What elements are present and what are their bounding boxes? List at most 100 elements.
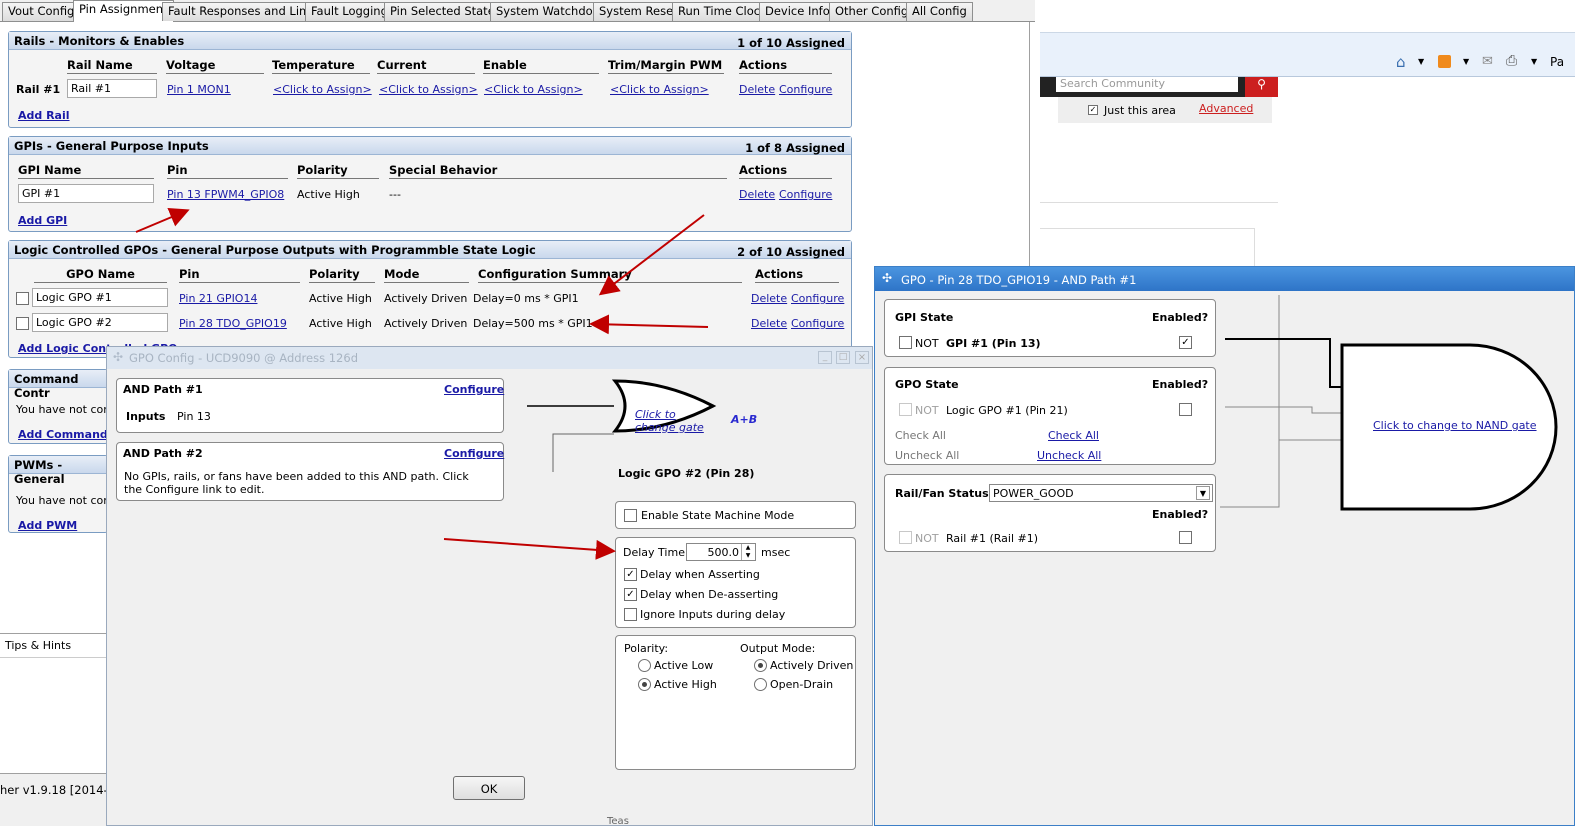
active-high-label: Active High (654, 678, 717, 691)
chevron-down-icon[interactable]: ▼ (1196, 486, 1210, 500)
rail-status-label: Rail/Fan Status: (895, 487, 994, 500)
gate-output-label: Logic GPO #2 (Pin 28) (618, 467, 755, 480)
search-input[interactable]: Search Community (1056, 77, 1238, 92)
active-low-radio[interactable] (638, 659, 651, 672)
gate-formula: A+B (731, 413, 758, 426)
actively-driven-radio[interactable] (754, 659, 767, 672)
gpo-config-dialog: ✣ GPO Config - UCD9090 @ Address 126d _ … (106, 346, 873, 827)
divider (1040, 202, 1278, 203)
ok-button[interactable]: OK (453, 776, 525, 800)
and-path-1-configure[interactable]: Configure (444, 383, 504, 396)
active-high-radio[interactable] (638, 678, 651, 691)
spinner-icon[interactable]: ▲ ▼ (741, 544, 754, 560)
active-low-label: Active Low (654, 659, 714, 672)
gpo-not-checkbox[interactable] (899, 403, 912, 416)
ti-logo-icon: ✣ (113, 350, 124, 364)
and-path-2-configure[interactable]: Configure (444, 447, 504, 460)
gpi-enabled-label: Enabled? (1152, 311, 1209, 324)
rail-status-select[interactable]: POWER_GOOD ▼ (989, 484, 1213, 502)
inputs-label: Inputs (126, 410, 166, 423)
and-path-2-text: No GPIs, rails, or fans have been added … (124, 470, 469, 496)
and-path-2-box: AND Path #2 Configure No GPIs, rails, or… (116, 442, 504, 501)
home-icon[interactable]: ⌂ (1396, 53, 1406, 71)
gpi-state-label: GPI State (895, 311, 954, 324)
rail-not-checkbox[interactable] (899, 531, 912, 544)
browser-content-box (1040, 228, 1255, 268)
minimize-icon[interactable]: _ (818, 351, 832, 364)
gate-input-gpi (1225, 338, 1342, 388)
gpo-window-title: GPO - Pin 28 TDO_GPIO19 - AND Path #1 (901, 273, 1137, 287)
check-all-link[interactable]: Check All (1048, 429, 1099, 442)
rail-fan-status-box: Rail/Fan Status: POWER_GOOD ▼ Enabled? N… (884, 474, 1216, 552)
gpo-item-label: Logic GPO #1 (Pin 21) (946, 404, 1068, 417)
print-icon[interactable]: ⎙ (1506, 53, 1517, 69)
page-menu[interactable]: Pa (1550, 55, 1564, 69)
ti-logo-icon: ✣ (882, 271, 893, 285)
dialog-title: GPO Config - UCD9090 @ Address 126d (129, 351, 358, 365)
chevron-down-icon[interactable]: ▼ (1463, 57, 1469, 66)
browser-toolbar: ⌂ ▼ ▼ ✉ ⎙ ▼ Pa (1040, 32, 1575, 77)
change-to-nand-link[interactable]: Click to change to NAND gate (1373, 419, 1537, 432)
annotation-arrow-delay (443, 538, 616, 560)
delay-assert-label: Delay when Asserting (640, 568, 760, 581)
search-icon[interactable]: ⚲ (1245, 77, 1278, 97)
just-area-label: Just this area (1104, 104, 1176, 117)
gpo-enabled-checkbox[interactable] (1179, 403, 1192, 416)
mail-icon[interactable]: ✉ (1482, 54, 1493, 69)
close-icon[interactable]: × (855, 351, 869, 364)
gate-input-gpo (1225, 406, 1342, 414)
state-machine-checkbox[interactable] (624, 509, 637, 522)
ignore-inputs-checkbox[interactable] (624, 608, 637, 621)
rail-not-label: NOT (915, 532, 939, 545)
arrow-gpo1 (598, 214, 705, 296)
delay-time-value: 500.0 (707, 546, 740, 559)
delay-assert-checkbox[interactable]: ✓ (624, 568, 637, 581)
open-drain-radio[interactable] (754, 678, 767, 691)
delay-unit: msec (761, 546, 791, 559)
gpi-state-box: GPI State Enabled? NOT GPI #1 (Pin 13) ✓ (884, 299, 1216, 357)
change-gate-link[interactable]: Click to change gate (635, 408, 705, 434)
uncheck-all-link[interactable]: Uncheck All (1037, 449, 1101, 462)
bottom-text: Teas (607, 816, 629, 827)
rss-icon[interactable] (1438, 55, 1451, 68)
advanced-link[interactable]: Advanced (1199, 102, 1253, 115)
ignore-inputs-label: Ignore Inputs during delay (640, 608, 786, 621)
rail-item-label: Rail #1 (Rail #1) (946, 532, 1039, 545)
gpo-state-label: GPO State (895, 378, 959, 391)
delay-deassert-label: Delay when De-asserting (640, 588, 779, 601)
gpi-enabled-checkbox[interactable]: ✓ (1179, 336, 1192, 349)
gpi-item-label: GPI #1 (Pin 13) (946, 337, 1041, 350)
gpo-enabled-label: Enabled? (1152, 378, 1209, 391)
and-path-1-box: AND Path #1 Configure Inputs Pin 13 (116, 378, 504, 433)
just-area-checkbox[interactable]: ✓ (1088, 105, 1098, 115)
and-path-1-title: AND Path #1 (123, 383, 203, 396)
actively-driven-label: Actively Driven (770, 659, 854, 672)
chevron-down-icon[interactable]: ▼ (1418, 57, 1424, 66)
search-options: ✓ Just this area Advanced (1058, 97, 1272, 123)
search-bar: Search Community ⚲ (1040, 77, 1278, 97)
state-machine-box: Enable State Machine Mode (615, 501, 856, 529)
gpi-not-label: NOT (915, 337, 939, 350)
rail-enabled-checkbox[interactable] (1179, 531, 1192, 544)
arrow-delay (443, 538, 616, 560)
gpo-window-titlebar: ✣ GPO - Pin 28 TDO_GPIO19 - AND Path #1 (875, 267, 1574, 291)
delay-box: Delay Time: 500.0 ▲ ▼ msec ✓ Delay when A… (615, 537, 856, 628)
gpi-not-checkbox[interactable] (899, 336, 912, 349)
polarity-label: Polarity: (624, 642, 669, 655)
gpo-state-box: GPO State Enabled? NOT Logic GPO #1 (Pin… (884, 367, 1216, 465)
arrow-gpi (135, 207, 190, 233)
dialog-titlebar: ✣ GPO Config - UCD9090 @ Address 126d _ … (107, 347, 872, 369)
gate-input-rail (1220, 295, 1280, 508)
gpo-and-path-window: ✣ GPO - Pin 28 TDO_GPIO19 - AND Path #1 … (874, 266, 1575, 826)
state-machine-label: Enable State Machine Mode (641, 509, 795, 522)
delay-deassert-checkbox[interactable]: ✓ (624, 588, 637, 601)
maximize-icon[interactable]: □ (836, 351, 850, 364)
rail-status-value: POWER_GOOD (993, 487, 1074, 500)
polarity-output-box: Polarity: Active Low Active High Output … (615, 635, 856, 770)
arrow-gpo2 (589, 314, 709, 335)
chevron-down-icon[interactable]: ▼ (1531, 57, 1537, 66)
check-all-label: Check All (895, 429, 946, 442)
delay-time-label: Delay Time: (623, 546, 689, 559)
gpo-not-label: NOT (915, 404, 939, 417)
delay-time-input[interactable]: 500.0 ▲ ▼ (686, 543, 756, 561)
